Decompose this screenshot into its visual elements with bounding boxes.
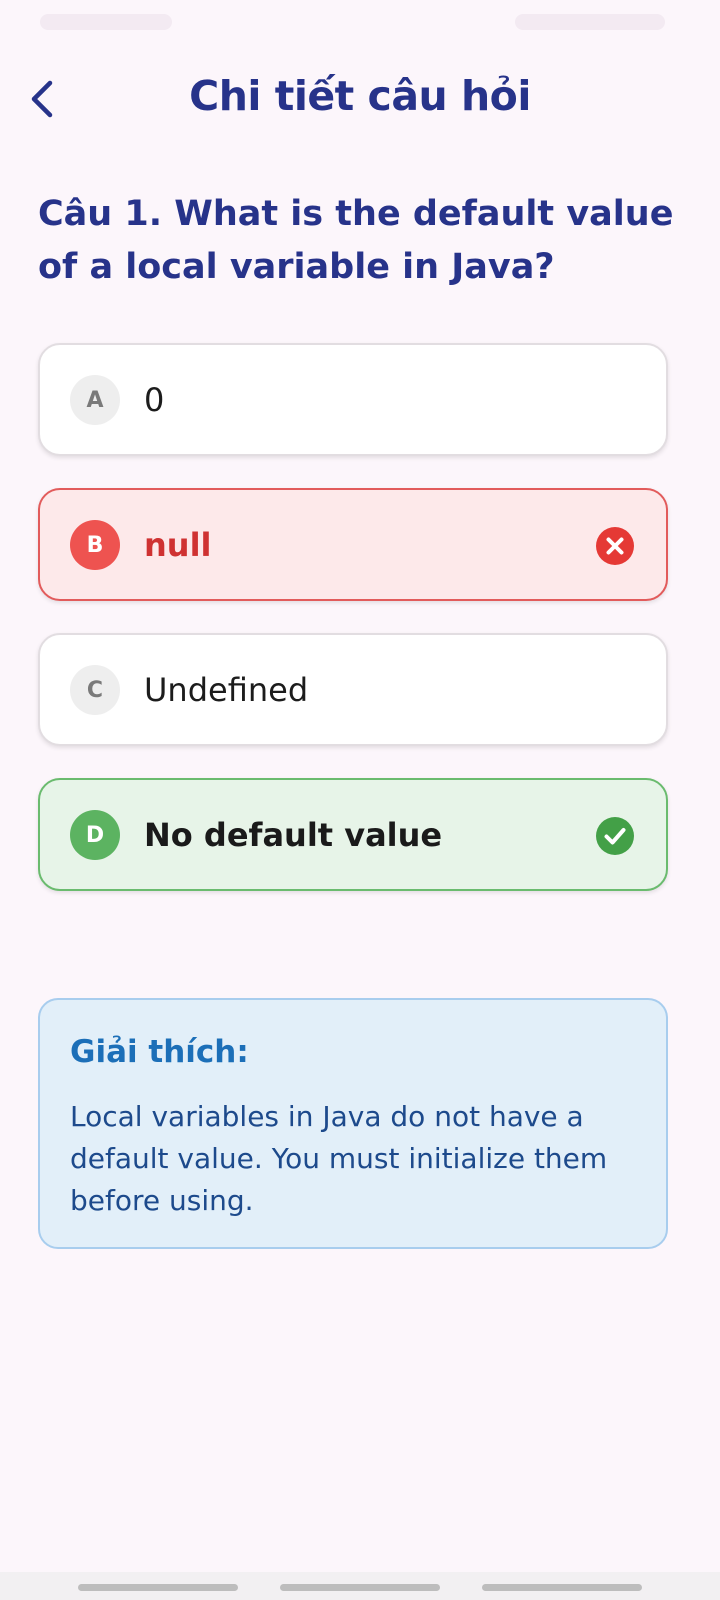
status-icons-blurred	[515, 14, 665, 30]
option-c[interactable]: C Undefined	[38, 633, 668, 746]
explanation-card: Giải thích: Local variables in Java do n…	[38, 998, 668, 1249]
option-a[interactable]: A 0	[38, 343, 668, 456]
option-letter-badge: D	[70, 810, 120, 860]
x-circle-icon	[596, 527, 634, 565]
option-text: 0	[144, 381, 165, 419]
check-circle-icon	[596, 817, 634, 855]
option-text: Undefined	[144, 671, 309, 709]
page-title: Chi tiết câu hỏi	[189, 72, 531, 120]
option-letter-badge: C	[70, 665, 120, 715]
nav-recents-handle[interactable]	[78, 1584, 238, 1591]
status-bar	[0, 0, 720, 44]
option-text: null	[144, 526, 212, 564]
option-d[interactable]: D No default value	[38, 778, 668, 891]
nav-back-handle[interactable]	[482, 1584, 642, 1591]
question-text: Câu 1. What is the default value of a lo…	[38, 194, 674, 287]
status-time-blurred	[40, 14, 172, 30]
explanation-title: Giải thích:	[70, 1034, 249, 1070]
option-text: No default value	[144, 816, 443, 854]
option-b[interactable]: B null	[38, 488, 668, 601]
option-letter-badge: A	[70, 375, 120, 425]
app-header: Chi tiết câu hỏi	[0, 56, 720, 144]
explanation-text: Local variables in Java do not have a de…	[70, 1100, 608, 1217]
option-letter-badge: B	[70, 520, 120, 570]
nav-home-handle[interactable]	[280, 1584, 440, 1591]
system-nav-bar	[0, 1572, 720, 1600]
